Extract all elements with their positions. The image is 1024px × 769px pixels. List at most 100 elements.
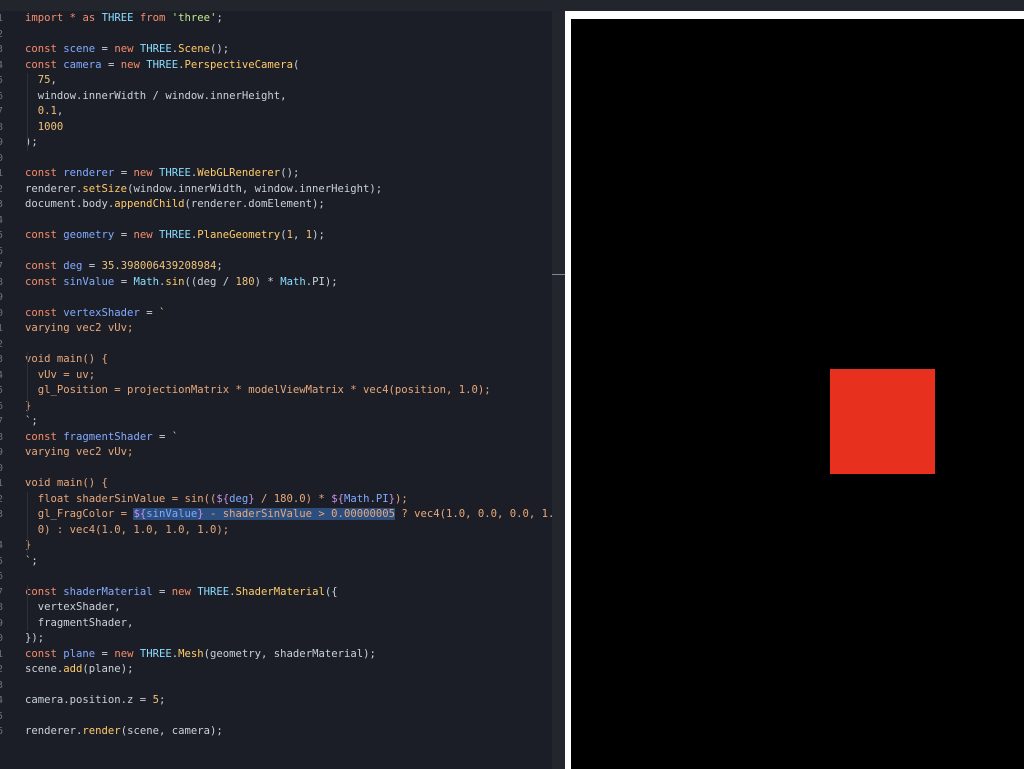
code-line[interactable]: 4 camera.position.z = 5; <box>0 693 552 709</box>
code-line[interactable]: 5 `; <box>0 554 552 570</box>
code-token: }); <box>25 632 45 644</box>
code-line[interactable]: 8 const sinValue = Math.sin((deg / 180) *… <box>0 275 552 291</box>
code-token: geometry <box>63 229 115 241</box>
code-line[interactable]: 2 renderer.setSize(window.innerWidth, win… <box>0 182 552 198</box>
code-token: new <box>171 585 191 598</box>
code-line[interactable]: 9 fragmentShader, <box>0 616 552 632</box>
line-number: 7 <box>0 416 4 427</box>
code-line[interactable]: 9 varying vec2 vUv; <box>0 445 552 461</box>
code-text: renderer.render(scene, camera); <box>25 724 223 740</box>
code-token: 75 <box>37 74 51 86</box>
code-line[interactable]: 8 const fragmentShader = ` <box>0 430 552 446</box>
code-token: new <box>114 647 134 660</box>
code-token: sinValue <box>63 275 115 288</box>
code-token: const <box>25 260 57 272</box>
code-line[interactable]: 4 const camera = new THREE.PerspectiveCam… <box>0 58 552 74</box>
code-token: const <box>25 585 57 598</box>
code-token: ${ <box>216 492 230 505</box>
code-line[interactable]: 5 const geometry = new THREE.PlaneGeometr… <box>0 228 552 244</box>
code-line[interactable]: 9); <box>0 135 552 151</box>
code-line[interactable]: 6 <box>0 244 552 260</box>
code-line[interactable]: 7 `; <box>0 414 552 430</box>
code-line[interactable]: 9 <box>0 290 552 306</box>
code-text: const renderer = new THREE.WebGLRenderer… <box>25 166 299 182</box>
code-text: } <box>25 538 31 554</box>
code-token: = <box>101 58 121 71</box>
code-line[interactable]: 0) : vec4(1.0, 1.0, 1.0, 1.0); <box>0 523 552 539</box>
code-line[interactable]: 6 renderer.render(scene, camera); <box>0 724 552 740</box>
code-token: vertexShader <box>63 306 140 319</box>
code-text: 0.1, <box>25 104 64 120</box>
code-line[interactable]: 0 <box>0 461 552 477</box>
code-line[interactable]: 1 const plane = new THREE.Mesh(geometry, … <box>0 647 552 663</box>
code-text: float shaderSinValue = sin((${deg} / 180… <box>25 492 408 508</box>
code-line[interactable]: 4 vUv = uv; <box>0 368 552 384</box>
line-number: 5 <box>0 710 4 722</box>
code-text: const scene = new THREE.Scene(); <box>25 42 229 58</box>
code-line[interactable]: 2 <box>0 337 552 353</box>
indent-guide <box>27 73 28 151</box>
code-token: scene <box>63 43 96 55</box>
code-line[interactable]: 4 <box>0 213 552 229</box>
code-text: `; <box>25 414 38 430</box>
code-token: = <box>152 585 172 598</box>
code-line[interactable]: 7 const deg = 35.398006439208984; <box>0 259 552 275</box>
code-line[interactable]: 5 gl_Position = projectionMatrix * model… <box>0 383 552 399</box>
code-line[interactable]: 3 gl_FragColor = ${sinValue} - shaderSin… <box>0 507 552 523</box>
code-token: renderer. <box>25 182 83 195</box>
code-line[interactable]: 8 vertexShader, <box>0 600 552 616</box>
line-number: 4 <box>0 695 4 706</box>
code-line[interactable]: 1 void main() { <box>0 476 552 492</box>
line-number: 9 <box>0 137 4 148</box>
line-number: 2 <box>0 338 4 350</box>
code-token: const <box>25 167 57 179</box>
webgl-canvas <box>571 19 1024 769</box>
code-token: 0) : vec4(1.0, 1.0, 1.0, 1.0); <box>25 523 230 536</box>
code-line[interactable]: 1 varying vec2 vUv; <box>0 321 552 337</box>
code-line[interactable]: 4} <box>0 538 552 554</box>
code-token: render <box>82 725 121 737</box>
line-number: 2 <box>0 28 4 40</box>
code-line[interactable]: 8 1000 <box>0 120 552 136</box>
code-line[interactable]: 3 void main() { <box>0 352 552 368</box>
code-editor[interactable]: 1 import * as THREE from 'three'; 2 3 const … <box>0 11 552 769</box>
code-line[interactable]: 6 window.innerWidth / window.innerHeight… <box>0 89 552 105</box>
code-line[interactable]: 3 <box>0 678 552 694</box>
code-line[interactable]: 2 scene.add(plane); <box>0 662 552 678</box>
code-line[interactable]: 6} <box>0 399 552 415</box>
divider-handle[interactable] <box>552 274 565 275</box>
code-token: = <box>114 229 134 241</box>
code-text: const geometry = new THREE.PlaneGeometry… <box>25 228 325 244</box>
code-line[interactable]: 0 const vertexShader = ` <box>0 306 552 322</box>
code-line[interactable]: 1 const renderer = new THREE.WebGLRendere… <box>0 166 552 182</box>
code-token: ${ <box>331 492 344 505</box>
code-token: vUv = uv; <box>25 368 96 381</box>
code-token: ; <box>31 554 38 567</box>
code-token: = <box>114 167 134 179</box>
code-line[interactable]: 7 const shaderMaterial = new THREE.Shader… <box>0 585 552 601</box>
code-line[interactable]: 0 <box>0 151 552 167</box>
code-token: , <box>50 74 57 86</box>
code-token: sinValue <box>146 508 198 520</box>
code-token: ( <box>292 58 300 71</box>
code-line[interactable]: 0}); <box>0 631 552 647</box>
code-token: const <box>25 306 57 319</box>
code-text: }); <box>25 631 44 647</box>
code-line[interactable]: 6 <box>0 569 552 585</box>
code-text: gl_FragColor = ${sinValue} - shaderSinVa… <box>25 507 552 523</box>
code-line[interactable]: 2 <box>0 27 552 43</box>
code-token: = <box>114 275 134 288</box>
code-token: fragmentShader <box>63 430 153 443</box>
code-line[interactable]: 3 const scene = new THREE.Scene(); <box>0 42 552 58</box>
split-divider[interactable] <box>552 11 565 769</box>
line-number: 6 <box>0 571 4 582</box>
code-text: const shaderMaterial = new THREE.ShaderM… <box>25 585 338 601</box>
code-line[interactable]: 7 0.1, <box>0 104 552 120</box>
code-line[interactable]: 3 document.body.appendChild(renderer.domE… <box>0 197 552 213</box>
code-token: new <box>133 167 153 179</box>
code-token: Mesh <box>178 647 204 660</box>
code-line[interactable]: 2 float shaderSinValue = sin((${deg} / 1… <box>0 492 552 508</box>
code-line[interactable]: 5 <box>0 709 552 725</box>
code-line[interactable]: 5 75, <box>0 73 552 89</box>
code-line[interactable]: 1 import * as THREE from 'three'; <box>0 11 552 27</box>
